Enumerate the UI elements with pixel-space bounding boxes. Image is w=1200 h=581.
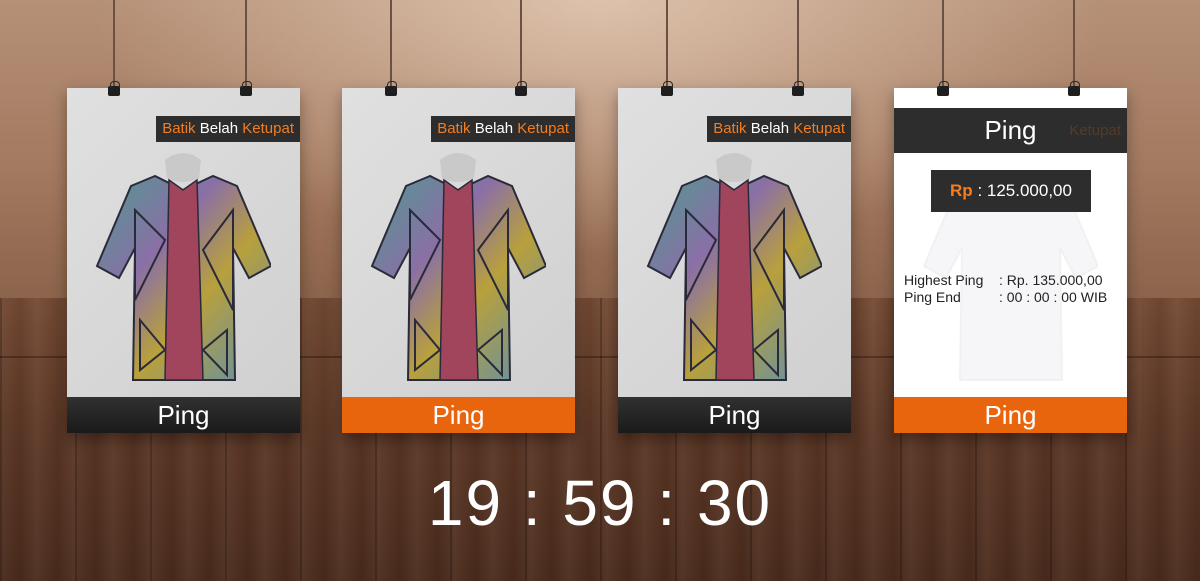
- tag-word-belah: Belah: [750, 120, 790, 137]
- hanging-wire: [666, 0, 668, 90]
- product-tag: Batik Belah Ketupat: [156, 116, 300, 142]
- ping-info: Highest Ping : Rp. 135.000,00 Ping End : 0…: [904, 272, 1107, 306]
- binder-clip-icon: [385, 81, 397, 96]
- tag-word-batik: Batik: [713, 120, 747, 137]
- currency-label: Rp: [950, 181, 973, 200]
- hanging-wire: [797, 0, 799, 90]
- highest-ping-value: : Rp. 135.000,00: [999, 272, 1103, 288]
- price-value: : 125.000,00: [977, 181, 1072, 200]
- tag-word-belah: Belah: [474, 120, 514, 137]
- hanging-wire: [390, 0, 392, 90]
- tag-word-ketupat: Ketupat: [517, 120, 569, 137]
- shirt-image[interactable]: [370, 150, 546, 385]
- tag-word-ketupat: Ketupat: [793, 120, 845, 137]
- hanging-wire: [520, 0, 522, 90]
- hanging-wire: [245, 0, 247, 90]
- highest-ping-label: Highest Ping: [904, 272, 984, 288]
- ping-button[interactable]: Ping: [67, 397, 300, 433]
- tag-word-batik: Batik: [162, 120, 196, 137]
- ping-button[interactable]: Ping: [342, 397, 575, 433]
- ping-end-value: : 00 : 00 : 00 WIB: [999, 289, 1108, 305]
- binder-clip-icon: [108, 81, 120, 96]
- product-tag: Batik Belah Ketupat: [707, 116, 851, 142]
- hanging-wire: [113, 0, 115, 90]
- product-card-2[interactable]: Batik Belah Ketupat Ping: [342, 88, 575, 433]
- binder-clip-icon: [240, 81, 252, 96]
- binder-clip-icon: [515, 81, 527, 96]
- binder-clip-icon: [661, 81, 673, 96]
- detail-title-bar: Ping Ketupat: [894, 108, 1127, 153]
- product-card-3[interactable]: Batik Belah Ketupat Ping: [618, 88, 851, 433]
- ping-button[interactable]: Ping: [894, 397, 1127, 433]
- tag-word-batik: Batik: [437, 120, 471, 137]
- ghost-tag-text: Ketupat: [1069, 122, 1121, 139]
- hanging-wire: [1073, 0, 1075, 90]
- product-tag: Batik Belah Ketupat: [431, 116, 575, 142]
- product-detail-card[interactable]: Ping Ketupat Rp : 125.000,00 Highest Pin…: [894, 88, 1127, 433]
- ping-end-label: Ping End: [904, 289, 961, 305]
- shirt-image[interactable]: [95, 150, 271, 385]
- ping-button[interactable]: Ping: [618, 397, 851, 433]
- tag-word-ketupat: Ketupat: [242, 120, 294, 137]
- product-card-1[interactable]: Batik Belah Ketupat Ping: [67, 88, 300, 433]
- binder-clip-icon: [1068, 81, 1080, 96]
- binder-clip-icon: [792, 81, 804, 96]
- price-box: Rp : 125.000,00: [931, 170, 1091, 212]
- tag-word-belah: Belah: [199, 120, 239, 137]
- countdown-timer: 19 : 59 : 30: [427, 467, 773, 539]
- hanging-wire: [942, 0, 944, 90]
- shirt-image[interactable]: [646, 150, 822, 385]
- binder-clip-icon: [937, 81, 949, 96]
- detail-title: Ping: [984, 115, 1037, 145]
